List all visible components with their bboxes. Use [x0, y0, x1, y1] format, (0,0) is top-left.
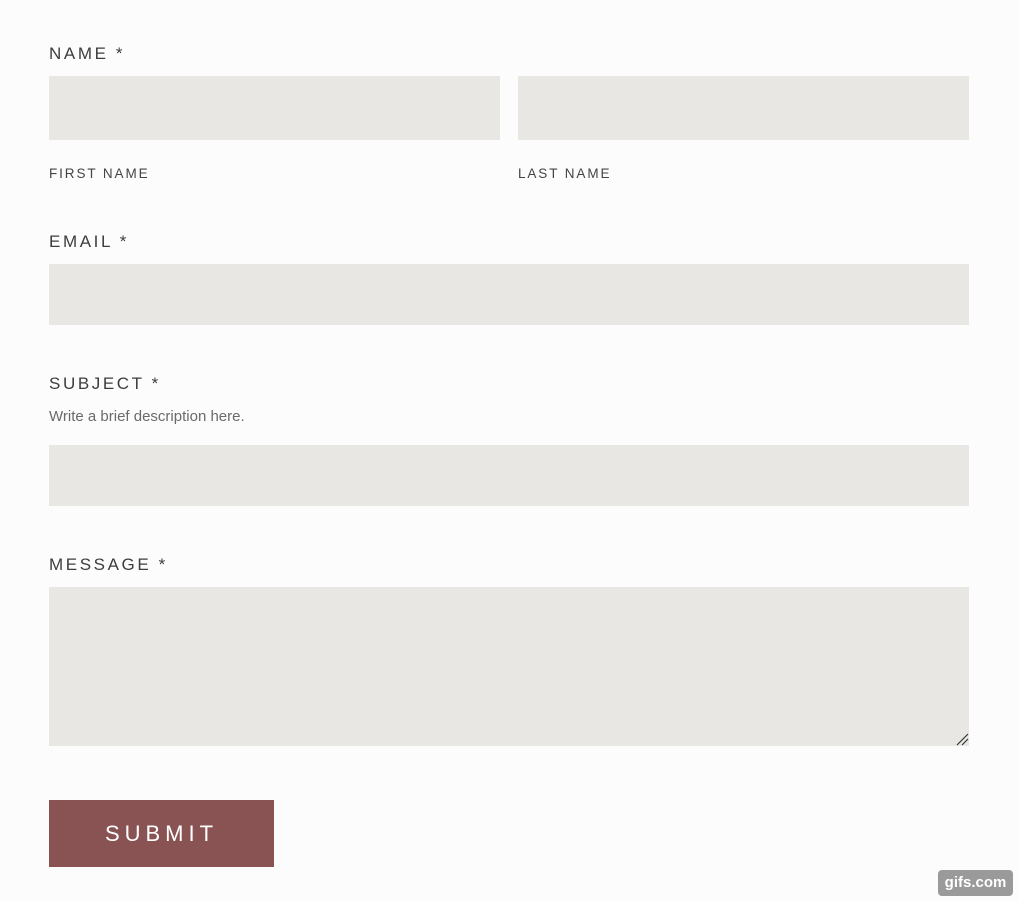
email-input[interactable] [49, 264, 969, 325]
subject-input[interactable] [49, 445, 969, 506]
resize-grip-icon[interactable] [955, 732, 969, 746]
last-name-input[interactable] [518, 76, 969, 140]
email-label: EMAIL * [49, 232, 129, 251]
subject-label: SUBJECT * [49, 374, 161, 393]
name-label: NAME * [49, 44, 126, 63]
first-name-input[interactable] [49, 76, 500, 140]
last-name-sublabel: LAST NAME [518, 166, 612, 181]
submit-button[interactable]: SUBMIT [49, 800, 274, 867]
gifs-watermark: gifs.com [938, 870, 1013, 896]
first-name-sublabel: FIRST NAME [49, 166, 150, 181]
subject-help-text: Write a brief description here. [49, 408, 245, 425]
message-textarea[interactable] [49, 587, 969, 746]
message-label: MESSAGE * [49, 555, 168, 574]
